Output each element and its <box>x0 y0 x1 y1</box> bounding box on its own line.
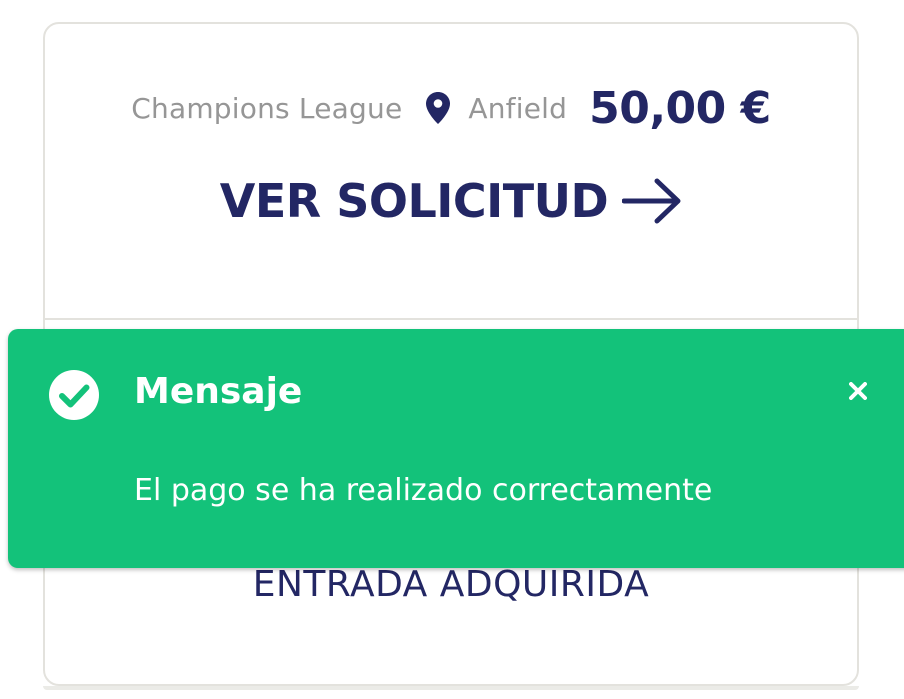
toast-title: Mensaje <box>134 371 303 412</box>
card-divider <box>45 318 857 320</box>
competition-label: Champions League <box>131 91 403 125</box>
toast-message: El pago se ha realizado correctamente <box>134 473 713 508</box>
view-request-link[interactable]: VER SOLICITUD <box>45 174 857 228</box>
check-circle-icon <box>48 369 100 421</box>
venue-label: Anfield <box>468 91 568 125</box>
card-bottom-edge <box>43 686 859 690</box>
close-icon[interactable] <box>842 375 874 407</box>
arrow-right-icon <box>622 178 682 224</box>
success-toast: Mensaje El pago se ha realizado correcta… <box>8 329 904 568</box>
ticket-meta-row: Champions League Anfield 50,00 € <box>45 78 857 138</box>
location-pin-icon <box>426 92 451 124</box>
ticket-price: 50,00 € <box>589 82 771 134</box>
ticket-status-label: ENTRADA ADQUIRIDA <box>252 564 650 605</box>
view-request-label: VER SOLICITUD <box>219 174 609 228</box>
